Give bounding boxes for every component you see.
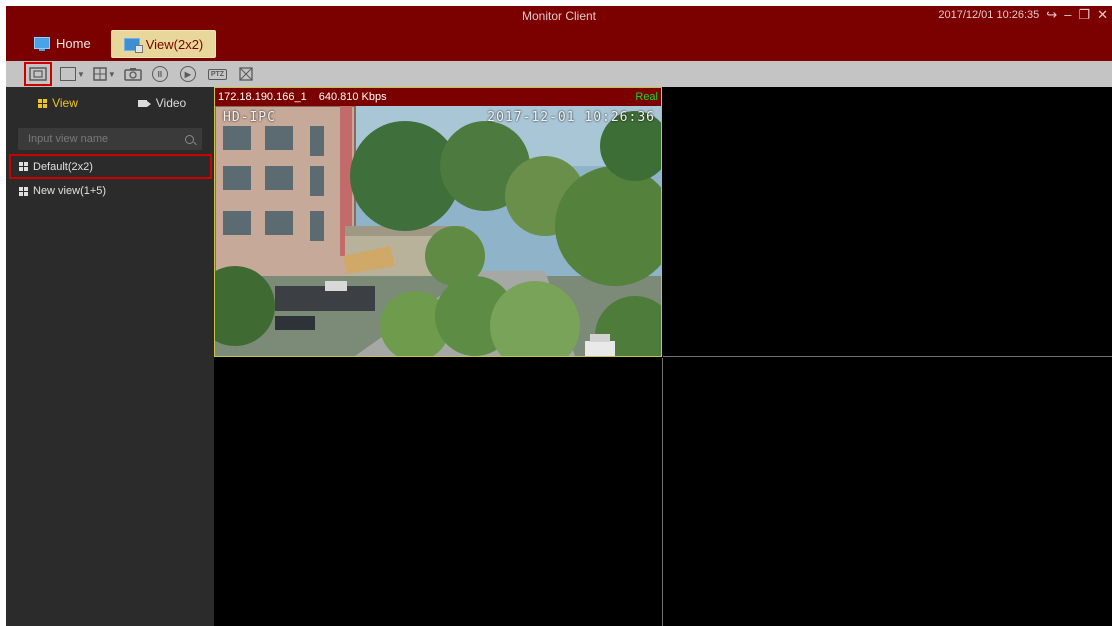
view-item-default[interactable]: Default(2x2) [9, 154, 212, 179]
live-mode-indicator: Real [635, 91, 658, 103]
sidebar: View Video Default(2x2) New view(1+5) [6, 87, 214, 626]
video-window-1[interactable]: 172.18.190.166_1 640.810 Kbps Real HD-IP… [214, 87, 662, 357]
main-tabs: Home View(2x2) [22, 30, 217, 58]
camera-feed: HD-IPC 2017-12-01 10:26:36 [215, 106, 661, 356]
pause-button[interactable]: II [151, 64, 168, 84]
sidebar-tab-view-label: View [52, 96, 78, 110]
sidebar-tabs: View Video [6, 87, 214, 119]
title-bar: Monitor Client 2017/12/01 10:26:35 ↪ – ❐… [6, 6, 1112, 61]
grid-icon [19, 186, 28, 196]
video-window-header: 172.18.190.166_1 640.810 Kbps Real [215, 88, 661, 106]
minimize-icon[interactable]: – [1064, 8, 1071, 22]
osd-camera-label: HD-IPC [223, 110, 276, 125]
play-button[interactable]: ▶ [179, 64, 196, 84]
logout-icon[interactable]: ↪ [1046, 8, 1057, 22]
view-search-box [18, 128, 202, 150]
fullscreen-icon [239, 67, 253, 81]
sidebar-tab-video-label: Video [155, 96, 187, 110]
toolbar: ▼ ▼ II ▶ PTZ [6, 61, 1112, 87]
tab-view-label: View(2x2) [145, 36, 204, 52]
video-grid: 172.18.190.166_1 640.810 Kbps Real HD-IP… [214, 87, 1112, 626]
screen-split-button[interactable]: ▼ [93, 64, 116, 84]
snapshot-button[interactable] [124, 64, 142, 84]
snapshot-icon [124, 68, 142, 81]
grid-icon [19, 162, 28, 171]
close-icon[interactable]: ✕ [1097, 8, 1108, 22]
search-icon[interactable] [185, 134, 194, 144]
video-wall-button[interactable] [24, 62, 52, 86]
camera-scene-image [215, 106, 661, 356]
sidebar-tab-video[interactable]: Video [110, 96, 214, 110]
video-window-4[interactable] [663, 358, 1112, 626]
ptz-icon: PTZ [207, 68, 228, 80]
window-controls: 2017/12/01 10:26:35 ↪ – ❐ ✕ [938, 8, 1108, 22]
view-item-label: New view(1+5) [33, 185, 107, 197]
view-item-new-view[interactable]: New view(1+5) [6, 179, 214, 203]
view-item-label: Default(2x2) [33, 160, 93, 173]
sidebar-tab-view[interactable]: View [6, 96, 110, 110]
stream-name: 172.18.190.166_1 [218, 91, 307, 103]
screen-split-icon [93, 67, 107, 81]
window-layout-icon [60, 67, 76, 81]
grid-icon [38, 98, 48, 108]
play-icon: ▶ [179, 66, 196, 82]
view-search-input[interactable] [26, 132, 185, 146]
ptz-button[interactable]: PTZ [207, 64, 228, 84]
video-wall-icon [29, 67, 47, 81]
bitrate: 640.810 Kbps [318, 91, 387, 103]
chevron-down-icon: ▼ [77, 69, 85, 79]
pause-icon: II [151, 66, 168, 82]
monitor-client-window: Monitor Client 2017/12/01 10:26:35 ↪ – ❐… [6, 6, 1112, 626]
restore-icon[interactable]: ❐ [1078, 8, 1090, 22]
video-camera-icon [137, 99, 151, 107]
fullscreen-button[interactable] [239, 64, 253, 84]
tab-home[interactable]: Home [22, 30, 103, 56]
monitor-icon [34, 37, 50, 51]
view-list: Default(2x2) New view(1+5) [6, 154, 214, 203]
video-window-3[interactable] [214, 358, 663, 626]
window-layout-button[interactable]: ▼ [60, 64, 85, 84]
view-grid-icon [123, 37, 143, 53]
tab-view-2x2[interactable]: View(2x2) [110, 30, 217, 58]
video-window-2[interactable] [663, 87, 1112, 357]
osd-timestamp: 2017-12-01 10:26:36 [487, 110, 655, 125]
tab-home-label: Home [56, 35, 91, 51]
datetime-display: 2017/12/01 10:26:35 [938, 9, 1040, 21]
chevron-down-icon: ▼ [107, 69, 116, 79]
